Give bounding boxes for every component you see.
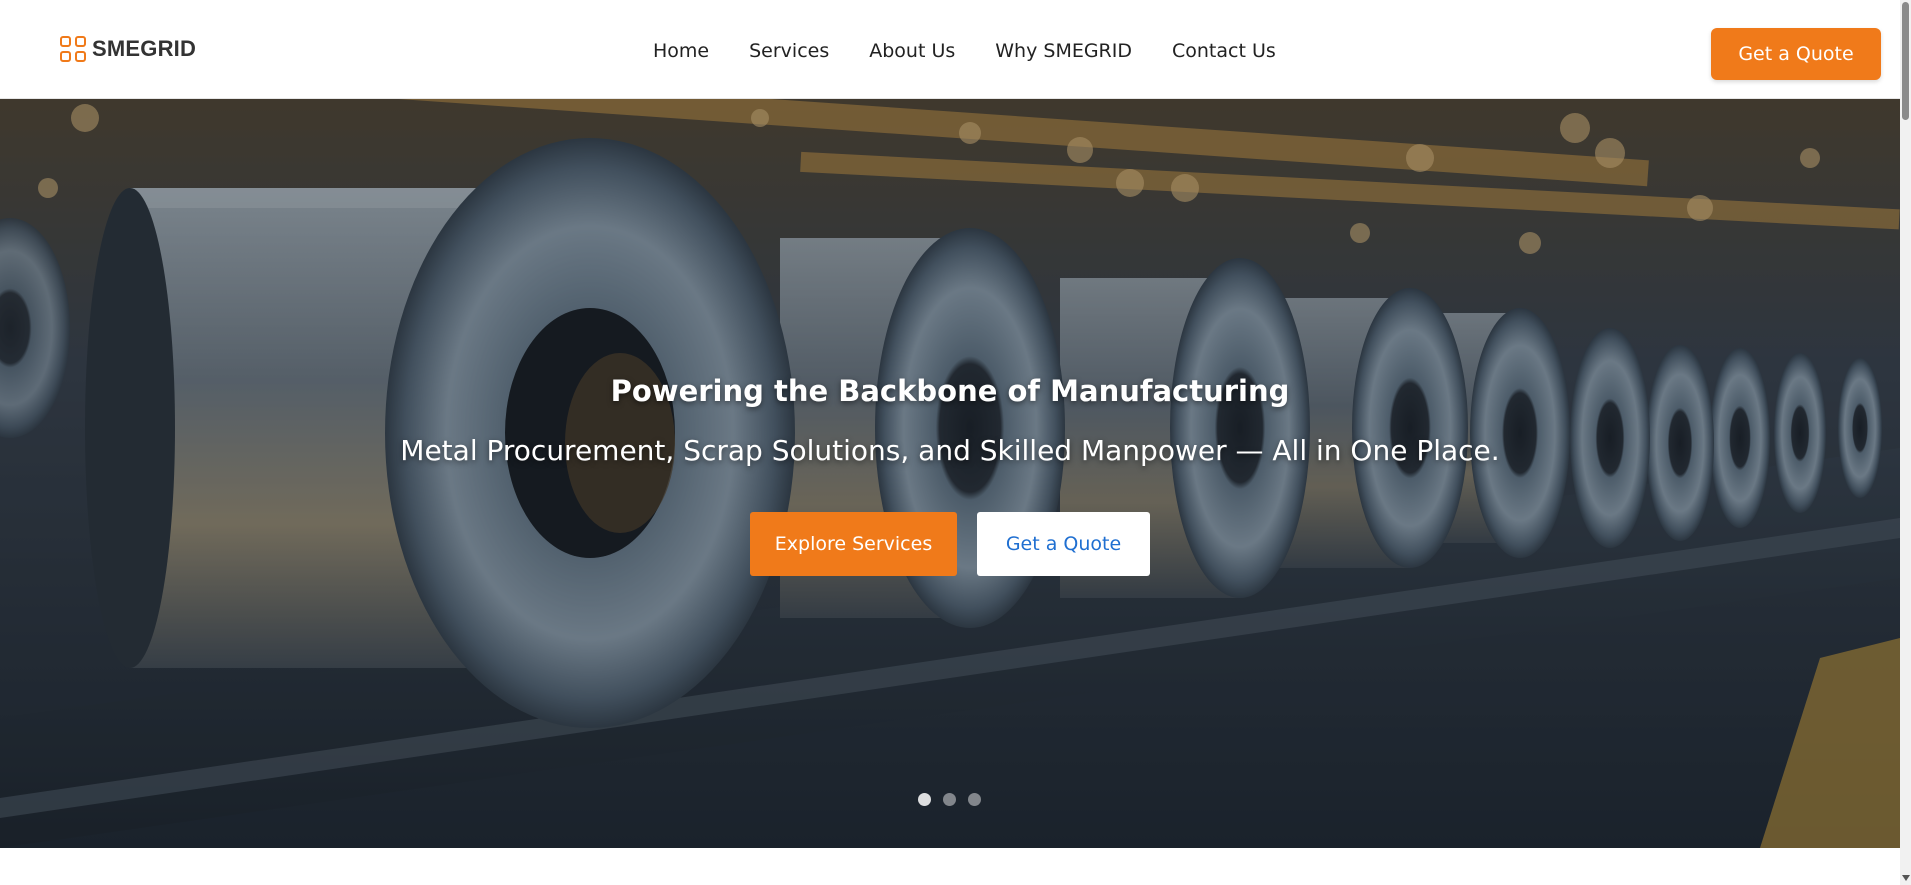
brand-name: SMEGRID (92, 36, 197, 61)
main-nav: Home Services About Us Why SMEGRID Conta… (653, 40, 1276, 62)
hero-section: Powering the Backbone of Manufacturing M… (0, 98, 1900, 848)
brand-logo[interactable]: SMEGRID (60, 36, 196, 62)
page-scrollbar[interactable] (1900, 0, 1911, 885)
carousel-dot-2[interactable] (943, 793, 956, 806)
hero-subtitle: Metal Procurement, Scrap Solutions, and … (400, 434, 1500, 467)
hero-get-quote-button[interactable]: Get a Quote (977, 512, 1150, 576)
carousel-dot-1[interactable] (918, 793, 931, 806)
nav-item-contact-us[interactable]: Contact Us (1172, 40, 1276, 62)
page: SMEGRID Home Services About Us Why SMEGR… (0, 0, 1911, 885)
header-get-quote-button[interactable]: Get a Quote (1711, 28, 1881, 80)
scrollbar-thumb[interactable] (1902, 2, 1909, 120)
hero-overlay (0, 98, 1900, 848)
nav-item-services[interactable]: Services (749, 40, 829, 62)
carousel-dot-3[interactable] (968, 793, 981, 806)
explore-services-button[interactable]: Explore Services (750, 512, 957, 576)
nav-item-about-us[interactable]: About Us (869, 40, 955, 62)
grid-logo-icon (60, 36, 86, 62)
hero-title: Powering the Backbone of Manufacturing (610, 374, 1290, 408)
scroll-down-arrow-icon[interactable] (1902, 875, 1910, 881)
nav-item-home[interactable]: Home (653, 40, 709, 62)
carousel-indicators (918, 793, 981, 806)
site-header: SMEGRID Home Services About Us Why SMEGR… (0, 0, 1900, 99)
nav-item-why-smegrid[interactable]: Why SMEGRID (995, 40, 1132, 62)
